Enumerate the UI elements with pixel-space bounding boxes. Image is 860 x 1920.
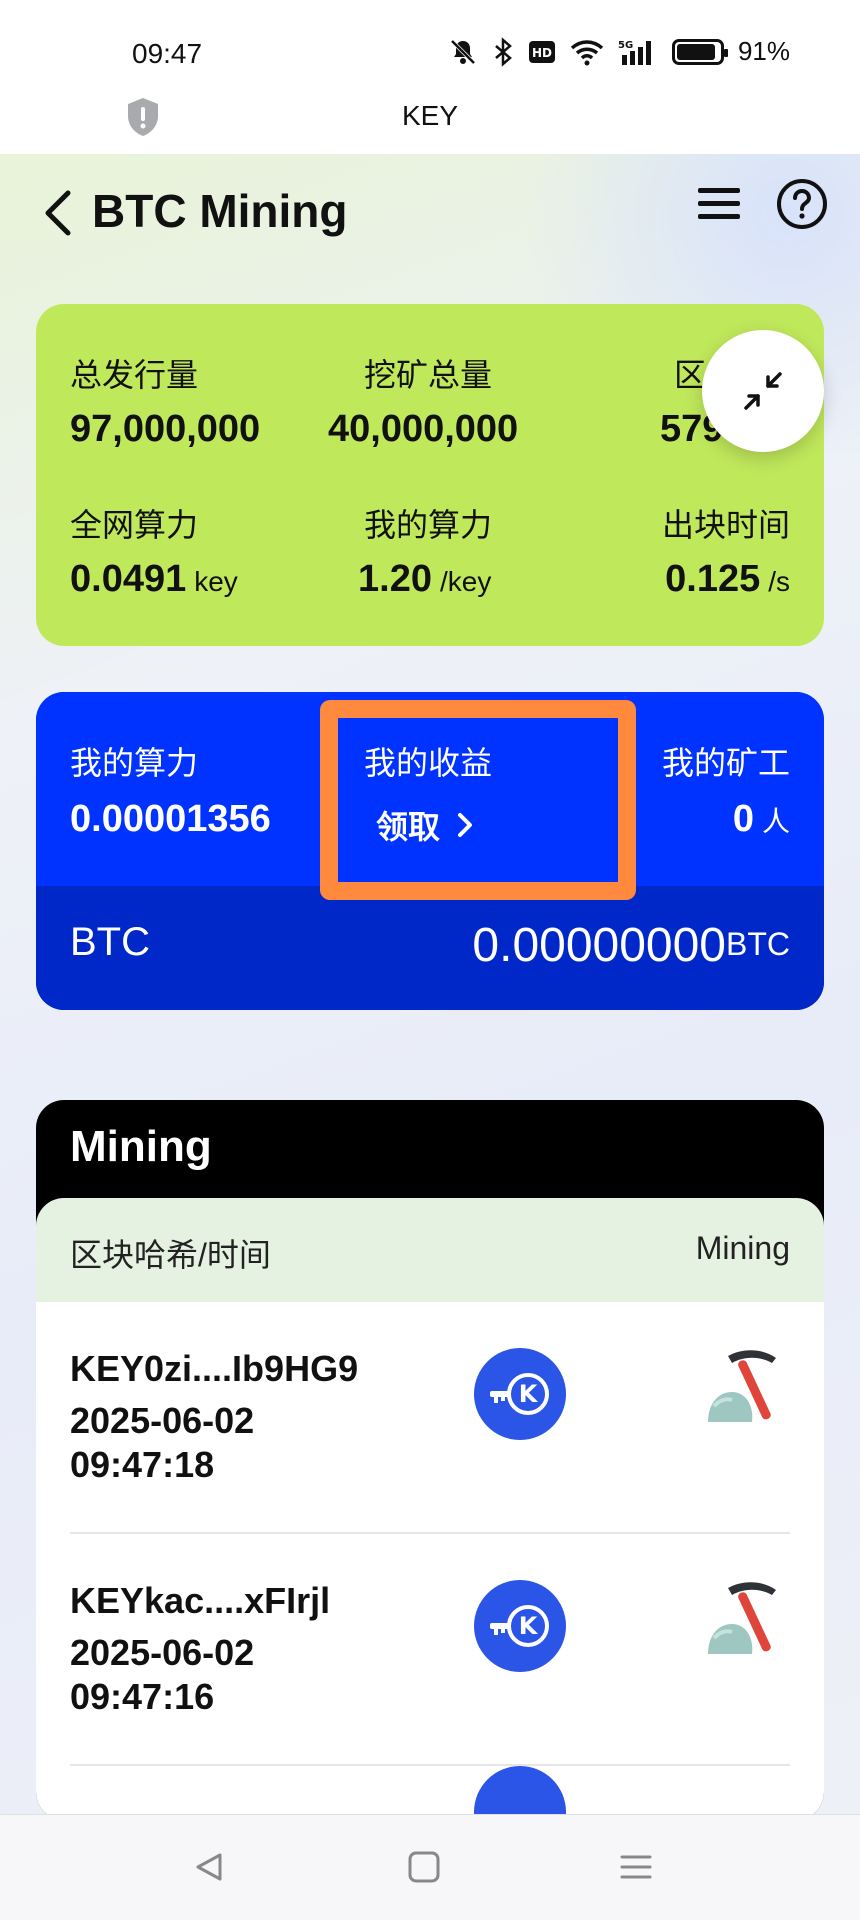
- list-item[interactable]: KEYkac....xFIrjl 2025-06-02 09:47:16 K: [70, 1534, 790, 1766]
- column-header-hash-time: 区块哈希/时间: [70, 1237, 271, 1273]
- key-coin-icon: K: [474, 1580, 566, 1672]
- stat-value: 1.20: [358, 558, 432, 600]
- list-item[interactable]: KEY0zi....Ib9HG9 2025-06-02 09:47:18 K: [70, 1302, 790, 1534]
- stat-label: 总发行量: [70, 357, 199, 393]
- page-header: BTC Mining: [0, 170, 860, 250]
- block-hash: KEYkac....xFIrjl: [70, 1580, 331, 1621]
- bluetooth-icon: [492, 36, 514, 67]
- key-coin-icon: [474, 1766, 566, 1820]
- recents-nav-icon[interactable]: [616, 1847, 656, 1887]
- stat-label: 全网算力: [70, 507, 199, 543]
- my-hashrate-stat: 我的算力 1.20/key: [358, 500, 492, 601]
- svg-text:K: K: [519, 1612, 539, 1640]
- stat-label: 出块时间: [661, 507, 790, 543]
- app-title: KEY: [401, 100, 459, 131]
- network-hashrate-stat: 全网算力 0.0491 key: [70, 500, 238, 601]
- mining-stats-card: 总发行量 97,000,000 挖矿总量 40,000,000 区块 5790 …: [36, 304, 824, 646]
- wifi-icon: [570, 38, 604, 66]
- page-title: BTC Mining: [92, 185, 348, 237]
- earnings-hashrate-stat: 我的算力 0.00001356: [70, 738, 271, 841]
- collapse-button[interactable]: [702, 330, 824, 452]
- stat-value: 40,000,000: [328, 408, 519, 450]
- mining-table-body: KEY0zi....Ib9HG9 2025-06-02 09:47:18 K K…: [36, 1302, 824, 1820]
- stat-label: 挖矿总量: [364, 357, 493, 393]
- battery-icon: [671, 38, 728, 65]
- collapse-arrows-icon: [744, 372, 782, 410]
- stat-value: 0: [732, 798, 754, 840]
- total-mining-stat: 挖矿总量 40,000,000: [328, 350, 518, 451]
- btc-balance: 0.00000000: [472, 919, 726, 972]
- svg-text:HD: HD: [532, 46, 552, 60]
- block-time: 09:47:18: [70, 1444, 215, 1485]
- stat-unit: key: [194, 566, 238, 597]
- svg-text:K: K: [519, 1380, 539, 1408]
- btc-label: BTC: [70, 920, 150, 964]
- svg-text:5G: 5G: [618, 40, 633, 51]
- mute-icon: [448, 37, 478, 67]
- mining-table-header: 区块哈希/时间 Mining: [36, 1198, 824, 1302]
- key-coin-icon: K: [474, 1348, 566, 1440]
- stat-label: 我的矿工: [661, 745, 790, 781]
- column-header-mining: Mining: [695, 1230, 790, 1266]
- stat-unit: /key: [439, 566, 492, 597]
- block-time-stat: 出块时间 0.125/s: [662, 500, 790, 601]
- stat-label: 我的算力: [70, 745, 199, 781]
- back-nav-icon[interactable]: [190, 1847, 230, 1887]
- stat-unit: 人: [761, 806, 790, 837]
- pickaxe-icon: [708, 1350, 776, 1422]
- mining-list-card: Mining 区块哈希/时间 Mining KEY0zi....Ib9HG9 2…: [36, 1100, 824, 1820]
- status-time: 09:47: [132, 38, 203, 69]
- list-item[interactable]: [70, 1766, 790, 1820]
- status-icons: HD 5G 91%: [448, 36, 790, 67]
- block-date: 2025-06-02: [70, 1632, 255, 1673]
- block-time: 09:47:16: [70, 1676, 215, 1717]
- block-hash: KEY0zi....Ib9HG9: [70, 1348, 359, 1389]
- highlight-box: [320, 700, 636, 900]
- block-date: 2025-06-02: [70, 1400, 255, 1441]
- cell-signal-icon: 5G: [618, 37, 658, 67]
- pickaxe-icon: [708, 1582, 776, 1654]
- stat-value: 97,000,000: [70, 408, 261, 450]
- chevron-left-icon[interactable]: [40, 188, 76, 238]
- home-nav-icon[interactable]: [404, 1847, 444, 1887]
- hamburger-menu-icon[interactable]: [696, 182, 742, 226]
- hd-icon: HD: [528, 39, 556, 65]
- stat-value: 0.0491: [70, 558, 187, 600]
- battery-percent: 91%: [737, 36, 790, 66]
- stat-value: 0.125: [665, 558, 761, 600]
- mining-title: Mining: [70, 1122, 212, 1171]
- stat-label: 我的算力: [364, 507, 493, 543]
- question-circle-icon[interactable]: [776, 178, 828, 230]
- stat-value: 0.00001356: [70, 798, 271, 840]
- btc-unit: BTC: [726, 926, 790, 962]
- stat-unit: /s: [768, 566, 790, 597]
- total-issuance-stat: 总发行量 97,000,000: [70, 350, 260, 451]
- system-nav-bar: [0, 1814, 860, 1920]
- my-miners-stat: 我的矿工 0人: [662, 738, 790, 841]
